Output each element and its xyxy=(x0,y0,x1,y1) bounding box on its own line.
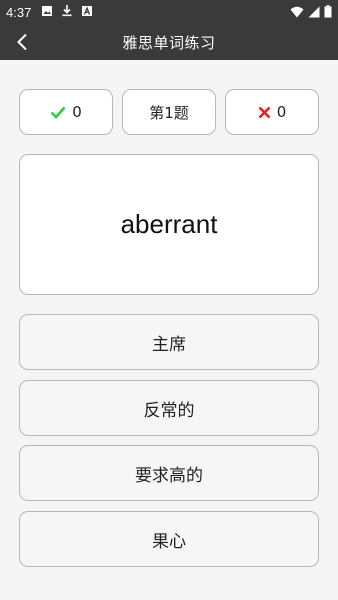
option-button-1[interactable]: 主席 xyxy=(19,314,319,370)
question-word: aberrant xyxy=(120,209,218,239)
wifi-icon xyxy=(290,6,304,21)
option-label: 主席 xyxy=(152,334,186,355)
check-icon xyxy=(50,106,66,119)
option-button-3[interactable]: 要求高的 xyxy=(19,445,319,501)
chevron-left-icon xyxy=(17,33,27,51)
question-number-box: 第1题 xyxy=(122,89,216,135)
status-system-icons xyxy=(290,5,332,21)
option-label: 反常的 xyxy=(143,400,195,421)
correct-count-box: 0 xyxy=(19,89,113,135)
status-notification-icons xyxy=(41,4,93,20)
correct-count: 0 xyxy=(72,103,82,121)
option-label: 果心 xyxy=(152,531,186,552)
app-icon xyxy=(81,5,93,20)
app-bar: 雅思单词练习 xyxy=(0,24,338,60)
status-bar: 4:37 xyxy=(0,0,338,24)
wrong-count-box: 0 xyxy=(225,89,319,135)
signal-icon xyxy=(308,6,320,21)
download-icon xyxy=(61,4,73,20)
wrong-count: 0 xyxy=(276,103,287,121)
option-label: 要求高的 xyxy=(135,465,203,486)
back-button[interactable] xyxy=(12,32,32,52)
status-time: 4:37 xyxy=(6,4,32,20)
score-row: 0 第1题 0 xyxy=(19,89,319,135)
cross-icon xyxy=(258,106,271,119)
page-title: 雅思单词练习 xyxy=(122,33,216,52)
option-button-2[interactable]: 反常的 xyxy=(19,380,319,436)
question-number: 第1题 xyxy=(149,103,189,122)
option-button-4[interactable]: 果心 xyxy=(19,511,319,567)
battery-icon xyxy=(324,5,332,21)
image-icon xyxy=(41,5,53,20)
word-card: aberrant xyxy=(19,154,319,295)
